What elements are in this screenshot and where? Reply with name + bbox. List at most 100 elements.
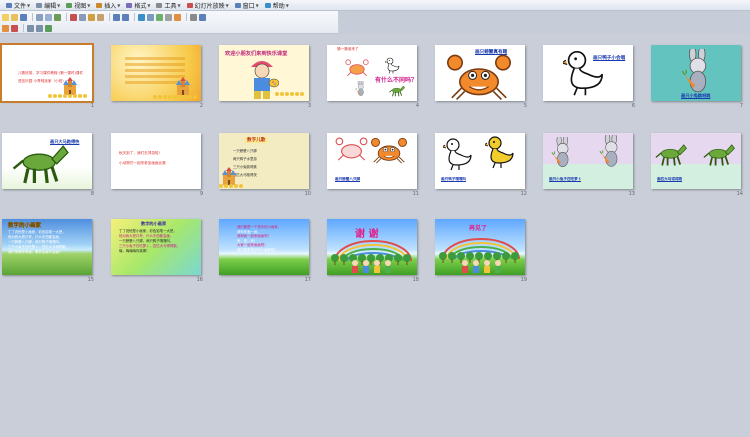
chevron-down-icon: ▼ xyxy=(57,2,61,8)
copy-icon[interactable] xyxy=(79,13,86,21)
slide-thumbnail-15[interactable]: 数字的小画家 丁丁说他是小画家，彩色铅笔一大把， 他对我大把口夸，什么东西都会画，一… xyxy=(2,219,92,275)
toolbar-separator xyxy=(186,13,187,21)
slideshow-icon[interactable] xyxy=(45,24,52,32)
slide-text: 秋天到了，我们去郊游啦！ xyxy=(119,151,163,155)
save-icon[interactable] xyxy=(20,13,27,21)
slide-number: 5 xyxy=(523,103,527,109)
print-preview-icon[interactable] xyxy=(45,13,52,21)
children-icon xyxy=(462,260,501,273)
menu-icon xyxy=(264,2,271,8)
rabbit-icon xyxy=(551,137,569,167)
toolbar xyxy=(0,11,339,34)
slide-thumbnail-3[interactable]: 欢迎小朋友们来到快乐课堂 xyxy=(219,45,309,101)
paste-icon[interactable] xyxy=(88,13,95,21)
slide-text-line xyxy=(125,69,185,72)
chevron-down-icon: ▼ xyxy=(285,2,289,8)
slide-thumbnail-2[interactable] xyxy=(111,45,201,101)
slide-thumbnail-7[interactable]: 画只小兔跳呀跳 xyxy=(651,45,741,101)
menu-item[interactable]: 窗口 ▼ xyxy=(234,1,259,10)
slide-thumbnail-1[interactable]: 儿歌欣赏、学习课件教程·(第一课时)课件 语言乐园 小青蛙找家（小班） xyxy=(0,43,94,103)
menu-icon xyxy=(234,2,241,8)
slide-text: 画只小兔子在吃萝卜 xyxy=(549,177,582,181)
picture-icon[interactable] xyxy=(174,13,181,21)
menu-icon xyxy=(36,2,43,8)
duck-icon xyxy=(443,138,472,171)
slide-text: 我们都是快乐的小画家啦！ xyxy=(237,247,278,252)
notes-icon[interactable] xyxy=(36,24,43,32)
chevron-down-icon: ▼ xyxy=(87,2,91,8)
slide-text: 语言乐园 小青蛙找家（小班） xyxy=(18,79,66,83)
slide-thumbnail-13[interactable]: 画只小兔子在吃萝卜 xyxy=(543,133,633,189)
flowers-icon xyxy=(153,95,197,99)
redo-icon[interactable] xyxy=(122,13,129,21)
slide-thumbnail-5[interactable]: 画只螃蟹真有趣 xyxy=(435,45,525,101)
flowers-icon xyxy=(219,184,243,188)
zoom-icon[interactable] xyxy=(190,13,197,21)
slide-sorter-area[interactable]: 儿歌欣赏、学习课件教程·(第一课时)课件 语言乐园 小青蛙找家（小班） 1 2 欢迎小朋… xyxy=(0,34,750,437)
slide-title: 数字儿歌 xyxy=(245,137,268,143)
rabbit-icon xyxy=(355,81,364,96)
slide-number: 3 xyxy=(307,103,311,109)
format-painter-icon[interactable] xyxy=(97,13,104,21)
design-icon[interactable] xyxy=(2,24,9,32)
rabbit-icon xyxy=(599,135,618,167)
cut-icon[interactable] xyxy=(70,13,77,21)
menu-icon xyxy=(156,2,163,8)
menu-icon xyxy=(126,2,133,8)
hyperlink-icon[interactable] xyxy=(138,13,145,21)
new-icon[interactable] xyxy=(2,13,9,21)
menu-icon xyxy=(186,2,193,8)
table-icon[interactable] xyxy=(147,13,154,21)
slide-sorter-icon[interactable] xyxy=(27,24,34,32)
menu-label: 格式 xyxy=(134,2,147,10)
menu-item[interactable]: 工具 ▼ xyxy=(156,1,181,10)
slide-text-line xyxy=(125,63,185,66)
slide-thumbnail-14[interactable]: 画匹大马得得跑 xyxy=(651,133,741,189)
slide-thumbnail-9[interactable]: 秋天到了，我们去郊游啦！ 小动物们一起来参加画画比赛 xyxy=(111,133,201,189)
chart-icon[interactable] xyxy=(156,13,163,21)
print-icon[interactable] xyxy=(36,13,43,21)
menu-item[interactable]: 格式 ▼ xyxy=(126,1,150,10)
slide-thumbnail-16[interactable]: 数字的小画家 丁丁说他是小画家，彩色铅笔一大把， 他对我大把口夸，什么东西都会画，一… xyxy=(111,219,201,275)
slide-thumbnail-4[interactable]: 猜一猜谁来了 有什么不同吗？ xyxy=(327,45,417,101)
help-icon[interactable] xyxy=(199,13,206,21)
menu-icon xyxy=(96,2,103,8)
menu-item[interactable]: 帮助 ▼ xyxy=(264,1,289,10)
slide-thumbnail-17[interactable]: 我们都是一个快乐的小画家， 请你来画一画， 请和我一起来画画吧！ 来，来，来！ 大家一起… xyxy=(219,219,309,275)
flowers-icon xyxy=(48,94,87,98)
menu-item[interactable]: 幻灯片放映 ▼ xyxy=(186,1,229,10)
menu-item[interactable]: 文件 ▼ xyxy=(6,1,30,10)
slide-thumbnail-6[interactable]: 画只鸭子小会唱 xyxy=(543,45,633,101)
crab-icon xyxy=(345,59,369,77)
crab-icon xyxy=(335,137,368,161)
chevron-down-icon: ▼ xyxy=(225,2,229,8)
slide-thumbnail-12[interactable]: 画只鸭子嘎嘎叫 xyxy=(435,133,525,189)
slide-thumbnail-11[interactable]: 画只螃蟹八只脚 xyxy=(327,133,417,189)
horse-icon xyxy=(655,144,687,166)
slide-number: 9 xyxy=(199,191,203,197)
menu-item[interactable]: 视图 ▼ xyxy=(66,1,90,10)
menu-bar: 文件 ▼ 编辑 ▼ 视图 ▼ 插入 ▼ 格式 ▼ 工具 ▼ 幻灯片放映 ▼ 窗口 ▼ 帮助 ▼ xyxy=(0,0,750,11)
slide-thumbnail-19[interactable]: 再见了 xyxy=(435,219,525,275)
menu-label: 文件 xyxy=(14,2,27,10)
open-folder-icon[interactable] xyxy=(11,13,18,21)
chevron-down-icon: ▼ xyxy=(255,2,259,8)
slide-thumbnail-18[interactable]: 谢 谢 xyxy=(327,219,417,275)
menu-label: 窗口 xyxy=(242,2,255,10)
spellcheck-icon[interactable] xyxy=(54,13,61,21)
duck-icon xyxy=(385,57,400,74)
new-slide-icon[interactable] xyxy=(11,24,18,32)
slide-thumbnail-8[interactable]: 画只大马跑得快 xyxy=(2,133,92,189)
menu-item[interactable]: 插入 ▼ xyxy=(96,1,120,10)
slide-text: 我们来教你来画，看你会画不会画？ xyxy=(8,250,63,254)
undo-icon[interactable] xyxy=(113,13,120,21)
textbox-icon[interactable] xyxy=(165,13,172,21)
slide-title: 欢迎小朋友们来到快乐课堂 xyxy=(225,51,288,57)
slide-number: 14 xyxy=(736,191,743,197)
horse-icon xyxy=(12,145,69,184)
slide-number: 16 xyxy=(196,277,203,283)
menu-label: 工具 xyxy=(164,2,177,10)
slide-thumbnail-10[interactable]: 数字儿歌 一只螃蟹八只脚 两只鸭子水里游 三只小兔跳呀跳 四匹大马跑得快 xyxy=(219,133,309,189)
menu-item[interactable]: 编辑 ▼ xyxy=(36,1,60,10)
toolbar-separator xyxy=(23,24,24,32)
